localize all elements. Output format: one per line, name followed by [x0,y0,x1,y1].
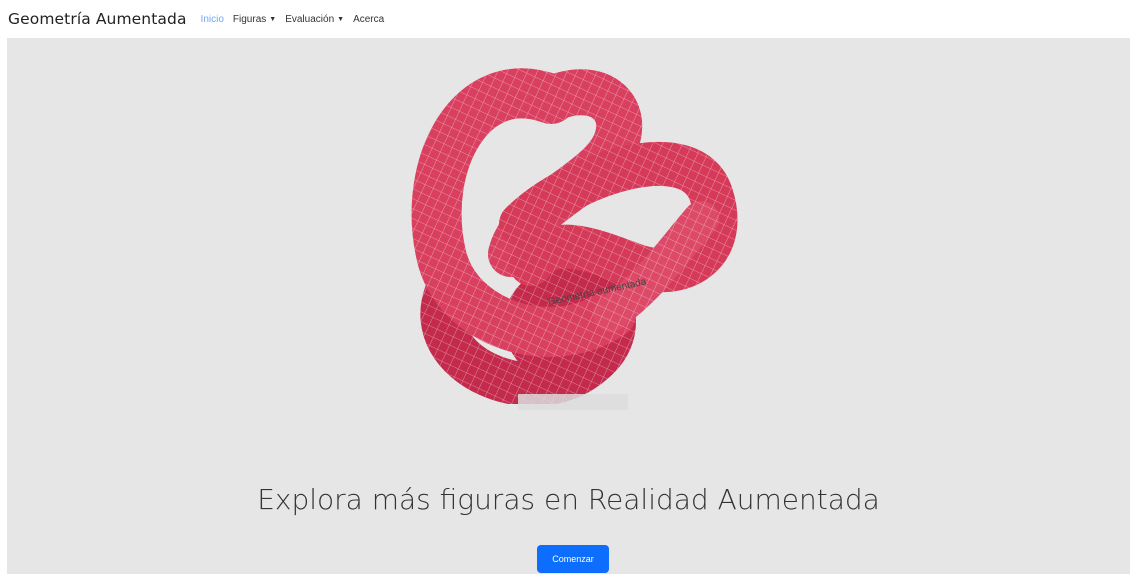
trefoil-knot-model: Geometría aumentada [411,68,738,404]
top-navbar: Geometría Aumentada Inicio Figuras ▼ Eval… [0,0,1132,38]
start-button[interactable]: Comenzar [537,545,609,573]
nav-item-inicio[interactable]: Inicio [201,14,224,25]
model-watermark [518,394,628,410]
nav-item-acerca[interactable]: Acerca [353,14,384,25]
nav-item-label: Evaluación [285,13,335,25]
brand-logo-text[interactable]: Geometría Aumentada [8,10,187,28]
hero-headline: Explora más figuras en Realidad Aumentad… [257,482,880,516]
hero-section: Geometría aumentada Explora más figuras … [7,38,1130,574]
nav-item-evaluacion[interactable]: Evaluación ▼ [285,14,344,25]
caret-down-icon: ▼ [337,15,345,23]
nav-item-label: Inicio [200,13,224,25]
nav-item-figuras[interactable]: Figuras ▼ [233,14,276,25]
caret-down-icon: ▼ [269,15,277,23]
nav-item-label: Figuras [232,13,267,25]
3d-model-viewer[interactable]: Geometría aumentada [401,44,751,404]
nav-item-label: Acerca [353,13,385,25]
